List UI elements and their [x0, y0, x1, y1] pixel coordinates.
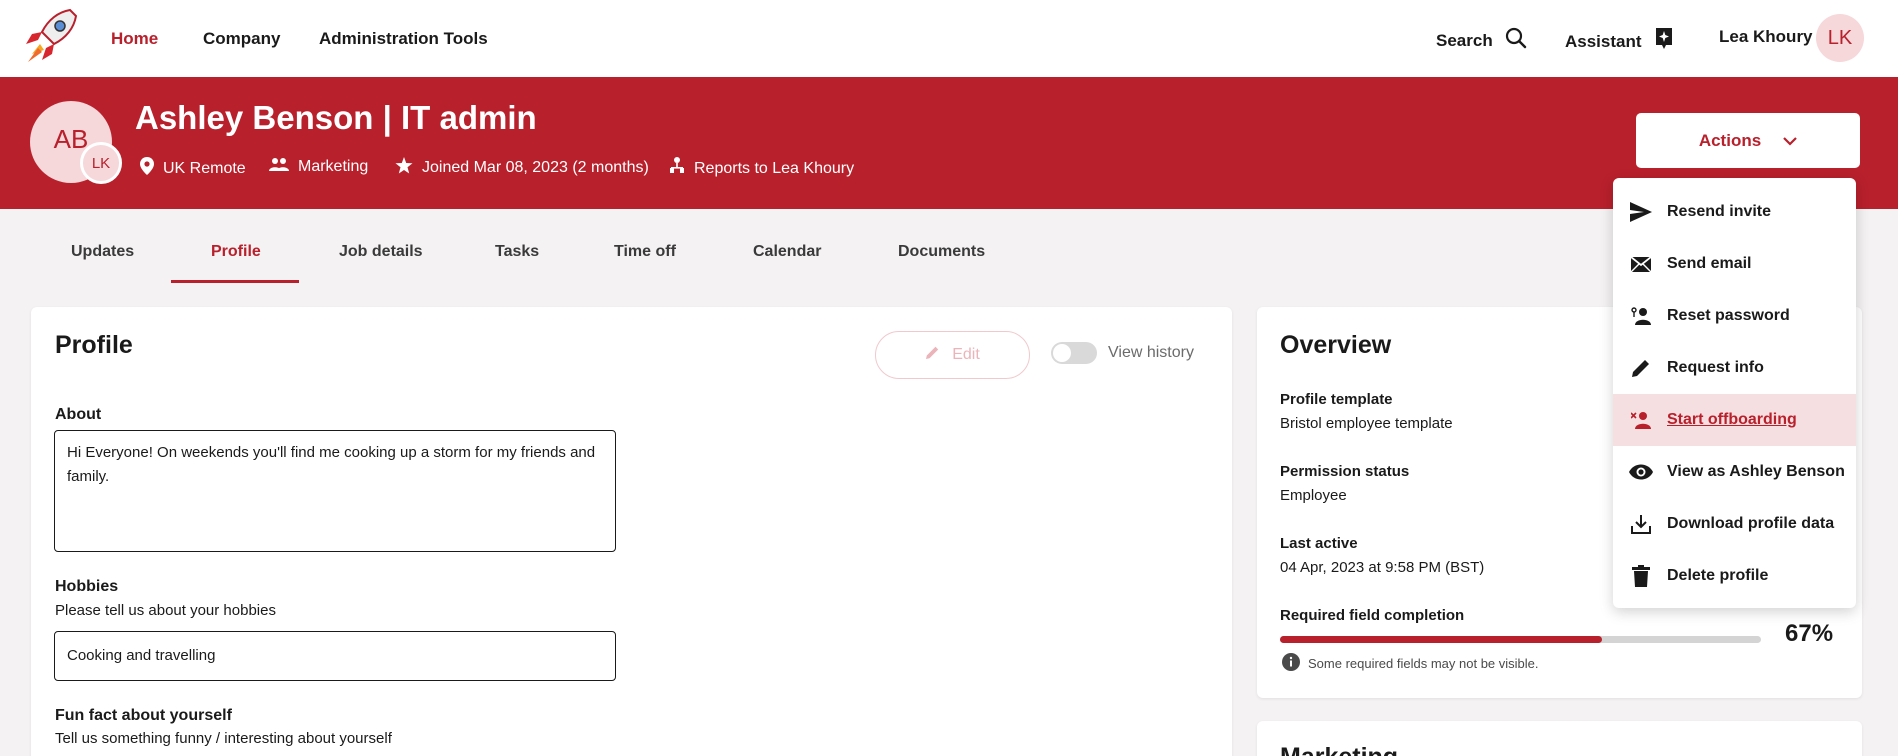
menu-item-start-offboarding[interactable]: Start offboarding [1613, 394, 1856, 446]
about-label: About [55, 406, 102, 423]
permission-status-value: Employee [1280, 487, 1347, 504]
people-group-icon [269, 157, 289, 176]
nav-company[interactable]: Company [203, 29, 280, 49]
menu-item-send-email[interactable]: Send email [1613, 238, 1856, 290]
download-icon [1629, 512, 1653, 536]
user-remove-icon [1629, 408, 1653, 432]
assistant-sparkle-icon [1654, 27, 1674, 56]
location-meta: UK Remote [140, 157, 246, 180]
trash-icon [1629, 564, 1653, 588]
completion-note-text: Some required fields may not be visible. [1308, 656, 1539, 671]
assistant-button[interactable]: Assistant [1565, 27, 1674, 56]
toggle-knob [1053, 344, 1071, 362]
completion-label: Required field completion [1280, 607, 1465, 624]
rocket-logo-icon[interactable] [18, 4, 84, 70]
pencil-icon [1629, 356, 1653, 380]
menu-item-reset-password[interactable]: Reset password [1613, 290, 1856, 342]
completion-percent: 67% [1785, 620, 1834, 647]
org-chart-icon [669, 157, 685, 180]
permission-status-label: Permission status [1280, 463, 1410, 480]
info-icon [1282, 653, 1300, 674]
department-meta: Marketing [269, 157, 368, 176]
hobbies-label: Hobbies [55, 578, 119, 595]
profile-template-label: Profile template [1280, 391, 1393, 408]
nav-administration-tools[interactable]: Administration Tools [319, 29, 488, 49]
hobbies-hint: Please tell us about your hobbies [55, 602, 276, 619]
search-button[interactable]: Search [1436, 27, 1527, 54]
overview-card-title: Overview [1280, 331, 1392, 359]
location-text: UK Remote [163, 159, 246, 177]
tab-documents[interactable]: Documents [898, 243, 985, 261]
menu-item-request-info[interactable]: Request info [1613, 342, 1856, 394]
edit-button[interactable]: Edit [875, 331, 1030, 379]
search-label: Search [1436, 30, 1493, 50]
tab-time-off[interactable]: Time off [614, 243, 676, 261]
hobbies-field[interactable]: Cooking and travelling [54, 631, 616, 681]
search-icon [1505, 27, 1527, 54]
completion-note: Some required fields may not be visible. [1282, 653, 1539, 674]
tab-profile[interactable]: Profile [211, 243, 261, 261]
marketing-card: Marketing [1257, 721, 1862, 756]
department-text: Marketing [298, 157, 369, 175]
manager-avatar-badge: LK [80, 142, 122, 184]
profile-card-title: Profile [55, 331, 133, 359]
location-pin-icon [140, 157, 154, 180]
view-history-toggle[interactable] [1051, 342, 1097, 364]
about-field[interactable]: Hi Everyone! On weekends you'll find me … [54, 430, 616, 552]
completion-progress-fill [1280, 636, 1603, 643]
eye-icon [1629, 460, 1653, 484]
completion-progress-bar [1280, 636, 1761, 643]
user-name[interactable]: Lea Khoury [1719, 27, 1813, 47]
actions-dropdown-button[interactable]: Actions [1636, 113, 1860, 168]
last-active-value: 04 Apr, 2023 at 9:58 PM (BST) [1280, 559, 1485, 576]
menu-item-delete-profile[interactable]: Delete profile [1613, 550, 1856, 602]
marketing-card-title: Marketing [1280, 743, 1398, 756]
user-key-icon [1629, 304, 1653, 328]
active-tab-indicator [171, 280, 299, 283]
envelope-icon [1629, 252, 1653, 276]
reports-to-text: Reports to Lea Khoury [694, 159, 855, 177]
profile-template-value: Bristol employee template [1280, 415, 1453, 432]
tab-tasks[interactable]: Tasks [495, 243, 539, 261]
actions-menu: Resend invite Send email Reset password … [1613, 178, 1856, 608]
chevron-down-icon [1783, 131, 1797, 151]
assistant-label: Assistant [1565, 31, 1642, 51]
menu-item-resend-invite[interactable]: Resend invite [1613, 186, 1856, 238]
view-history-label: View history [1108, 344, 1194, 361]
joined-meta: Joined Mar 08, 2023 (2 months) [395, 157, 649, 179]
tab-updates[interactable]: Updates [71, 243, 134, 261]
fun-fact-label: Fun fact about yourself [55, 707, 232, 724]
user-avatar[interactable]: LK [1816, 14, 1864, 62]
send-icon [1629, 200, 1653, 224]
edit-label: Edit [952, 346, 980, 363]
pencil-icon [925, 345, 940, 365]
joined-text: Joined Mar 08, 2023 (2 months) [422, 159, 649, 176]
tab-job-details[interactable]: Job details [339, 243, 423, 261]
nav-home[interactable]: Home [111, 29, 158, 49]
employee-name: Ashley Benson | IT admin [135, 99, 537, 136]
menu-item-view-as[interactable]: View as Ashley Benson [1613, 446, 1856, 498]
fun-fact-hint: Tell us something funny / interesting ab… [55, 730, 392, 747]
actions-label: Actions [1698, 130, 1762, 150]
last-active-label: Last active [1280, 535, 1358, 552]
menu-item-download-profile-data[interactable]: Download profile data [1613, 498, 1856, 550]
reports-to-meta: Reports to Lea Khoury [669, 157, 854, 180]
star-icon [395, 157, 413, 179]
tab-calendar[interactable]: Calendar [753, 243, 821, 261]
top-navigation: Home Company Administration Tools Search… [0, 0, 1898, 77]
